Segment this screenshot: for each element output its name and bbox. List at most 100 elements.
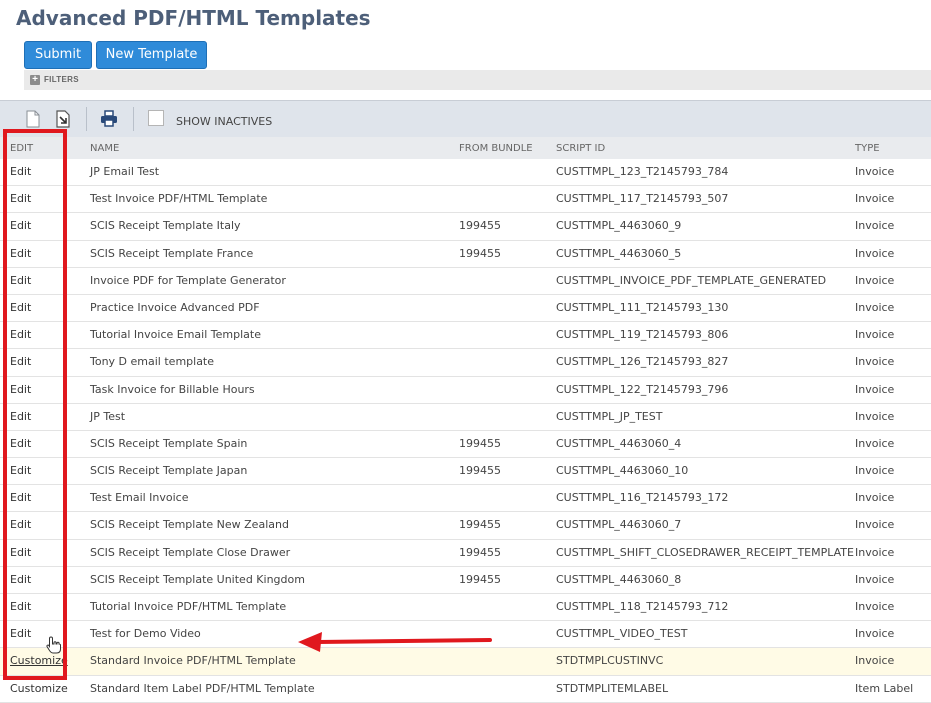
edit-link[interactable]: Edit	[10, 518, 31, 531]
script-id: CUSTTMPL_111_T2145793_130	[556, 300, 729, 314]
template-name: Test Email Invoice	[90, 491, 189, 505]
table-row: Edit SCIS Receipt Template Spain 199455 …	[0, 431, 931, 459]
toolbar-divider	[86, 107, 87, 131]
script-id: CUSTTMPL_126_T2145793_827	[556, 355, 729, 369]
submit-button[interactable]: Submit	[24, 41, 92, 69]
template-type: Invoice	[855, 300, 895, 314]
show-inactives-label: SHOW INACTIVES	[176, 115, 273, 128]
template-name: Standard Invoice PDF/HTML Template	[90, 654, 296, 668]
edit-link[interactable]: Edit	[10, 383, 31, 396]
from-bundle: 199455	[459, 436, 501, 450]
table-row: Edit Test Email Invoice CUSTTMPL_116_T21…	[0, 485, 931, 513]
template-name: JP Email Test	[90, 165, 160, 178]
page-title: Advanced PDF/HTML Templates	[16, 6, 371, 30]
edit-link[interactable]: Edit	[10, 247, 31, 260]
new-document-icon[interactable]	[24, 110, 42, 128]
template-type: Invoice	[855, 518, 895, 532]
column-header-edit[interactable]: EDIT	[10, 143, 33, 154]
expand-plus-icon[interactable]: +	[30, 75, 40, 85]
from-bundle: 199455	[459, 464, 501, 478]
edit-link[interactable]: Edit	[10, 410, 31, 423]
template-type: Invoice	[855, 273, 895, 287]
red-arrow-annotation	[298, 632, 492, 652]
table-row: Edit SCIS Receipt Template France 199455…	[0, 241, 931, 268]
edit-link[interactable]: Edit	[10, 437, 31, 450]
table-row: Edit Tutorial Invoice PDF/HTML Template …	[0, 594, 931, 622]
template-name: SCIS Receipt Template Close Drawer	[90, 545, 291, 559]
template-type: Invoice	[855, 572, 895, 586]
template-type: Invoice	[855, 627, 895, 641]
show-inactives-checkbox[interactable]	[148, 110, 164, 126]
script-id: CUSTTMPL_4463060_7	[556, 518, 682, 532]
template-name: Test Invoice PDF/HTML Template	[90, 192, 268, 206]
script-id: CUSTTMPL_119_T2145793_806	[556, 328, 729, 342]
print-icon[interactable]	[100, 110, 118, 128]
table-row: Edit SCIS Receipt Template New Zealand 1…	[0, 512, 931, 540]
edit-link[interactable]: Edit	[10, 573, 31, 586]
template-name: SCIS Receipt Template Japan	[90, 464, 248, 478]
filters-bar[interactable]: + FILTERS	[24, 70, 931, 90]
table-row: Edit Test Invoice PDF/HTML Template CUST…	[0, 186, 931, 214]
script-id: CUSTTMPL_INVOICE_PDF_TEMPLATE_GENERATED	[556, 273, 827, 287]
from-bundle: 199455	[459, 545, 501, 559]
template-type: Invoice	[855, 409, 895, 423]
script-id: CUSTTMPL_122_T2145793_796	[556, 382, 729, 396]
edit-link[interactable]: Edit	[10, 355, 31, 368]
edit-link[interactable]: Edit	[10, 219, 31, 232]
template-type: Invoice	[855, 545, 895, 559]
edit-link[interactable]: Edit	[10, 627, 31, 640]
table-row: Edit Practice Invoice Advanced PDF CUSTT…	[0, 295, 931, 323]
template-type: Invoice	[855, 165, 895, 178]
template-type: Invoice	[855, 328, 895, 342]
template-name: SCIS Receipt Template France	[90, 246, 254, 260]
table-row: Edit Tutorial Invoice Email Template CUS…	[0, 322, 931, 350]
hand-cursor-icon	[46, 636, 61, 654]
script-id: CUSTTMPL_4463060_4	[556, 436, 682, 450]
template-name: SCIS Receipt Template United Kingdom	[90, 572, 305, 586]
list-toolbar: SHOW INACTIVES	[0, 100, 931, 137]
template-name: Tutorial Invoice Email Template	[90, 328, 261, 342]
table-row: Edit JP Email Test CUSTTMPL_123_T2145793…	[0, 159, 931, 187]
export-icon[interactable]	[54, 110, 72, 128]
template-type: Invoice	[855, 355, 895, 369]
edit-link[interactable]: Edit	[10, 491, 31, 504]
customize-link[interactable]: Customize	[10, 654, 68, 667]
table-row: Edit Tony D email template CUSTTMPL_126_…	[0, 349, 931, 377]
template-name: SCIS Receipt Template New Zealand	[90, 518, 289, 532]
template-type: Invoice	[855, 246, 895, 260]
from-bundle: 199455	[459, 518, 501, 532]
template-type: Invoice	[855, 654, 895, 668]
table-row: Edit SCIS Receipt Template United Kingdo…	[0, 567, 931, 594]
template-name: Task Invoice for Billable Hours	[90, 382, 255, 396]
edit-link[interactable]: Edit	[10, 328, 31, 341]
column-header-script-id[interactable]: SCRIPT ID	[556, 143, 605, 154]
column-header-from-bundle[interactable]: FROM BUNDLE	[459, 143, 533, 154]
edit-link[interactable]: Edit	[10, 600, 31, 613]
script-id: CUSTTMPL_123_T2145793_784	[556, 165, 729, 178]
template-type: Invoice	[855, 219, 895, 233]
script-id: CUSTTMPL_4463060_10	[556, 464, 689, 478]
edit-link[interactable]: Edit	[10, 274, 31, 287]
template-type: Invoice	[855, 600, 895, 613]
template-name: Tutorial Invoice PDF/HTML Template	[90, 600, 287, 613]
filters-label[interactable]: FILTERS	[44, 75, 79, 84]
from-bundle: 199455	[459, 572, 501, 586]
template-name: SCIS Receipt Template Spain	[90, 436, 248, 450]
edit-link[interactable]: Edit	[10, 192, 31, 205]
template-name: SCIS Receipt Template Italy	[90, 219, 241, 233]
script-id: CUSTTMPL_118_T2145793_712	[556, 600, 729, 613]
edit-link[interactable]: Edit	[10, 464, 31, 477]
new-template-button[interactable]: New Template	[96, 41, 207, 69]
edit-link[interactable]: Edit	[10, 165, 31, 178]
script-id: CUSTTMPL_4463060_9	[556, 219, 682, 233]
edit-link[interactable]: Edit	[10, 301, 31, 314]
edit-link[interactable]: Edit	[10, 546, 31, 559]
template-type: Invoice	[855, 382, 895, 396]
script-id: STDTMPLCUSTINVC	[556, 654, 664, 668]
column-header-name[interactable]: NAME	[90, 143, 119, 154]
table-row: Edit SCIS Receipt Template Japan 199455 …	[0, 458, 931, 486]
script-id: CUSTTMPL_4463060_8	[556, 572, 682, 586]
from-bundle: 199455	[459, 219, 501, 233]
column-header-type[interactable]: TYPE	[855, 143, 880, 154]
template-type: Invoice	[855, 491, 895, 505]
